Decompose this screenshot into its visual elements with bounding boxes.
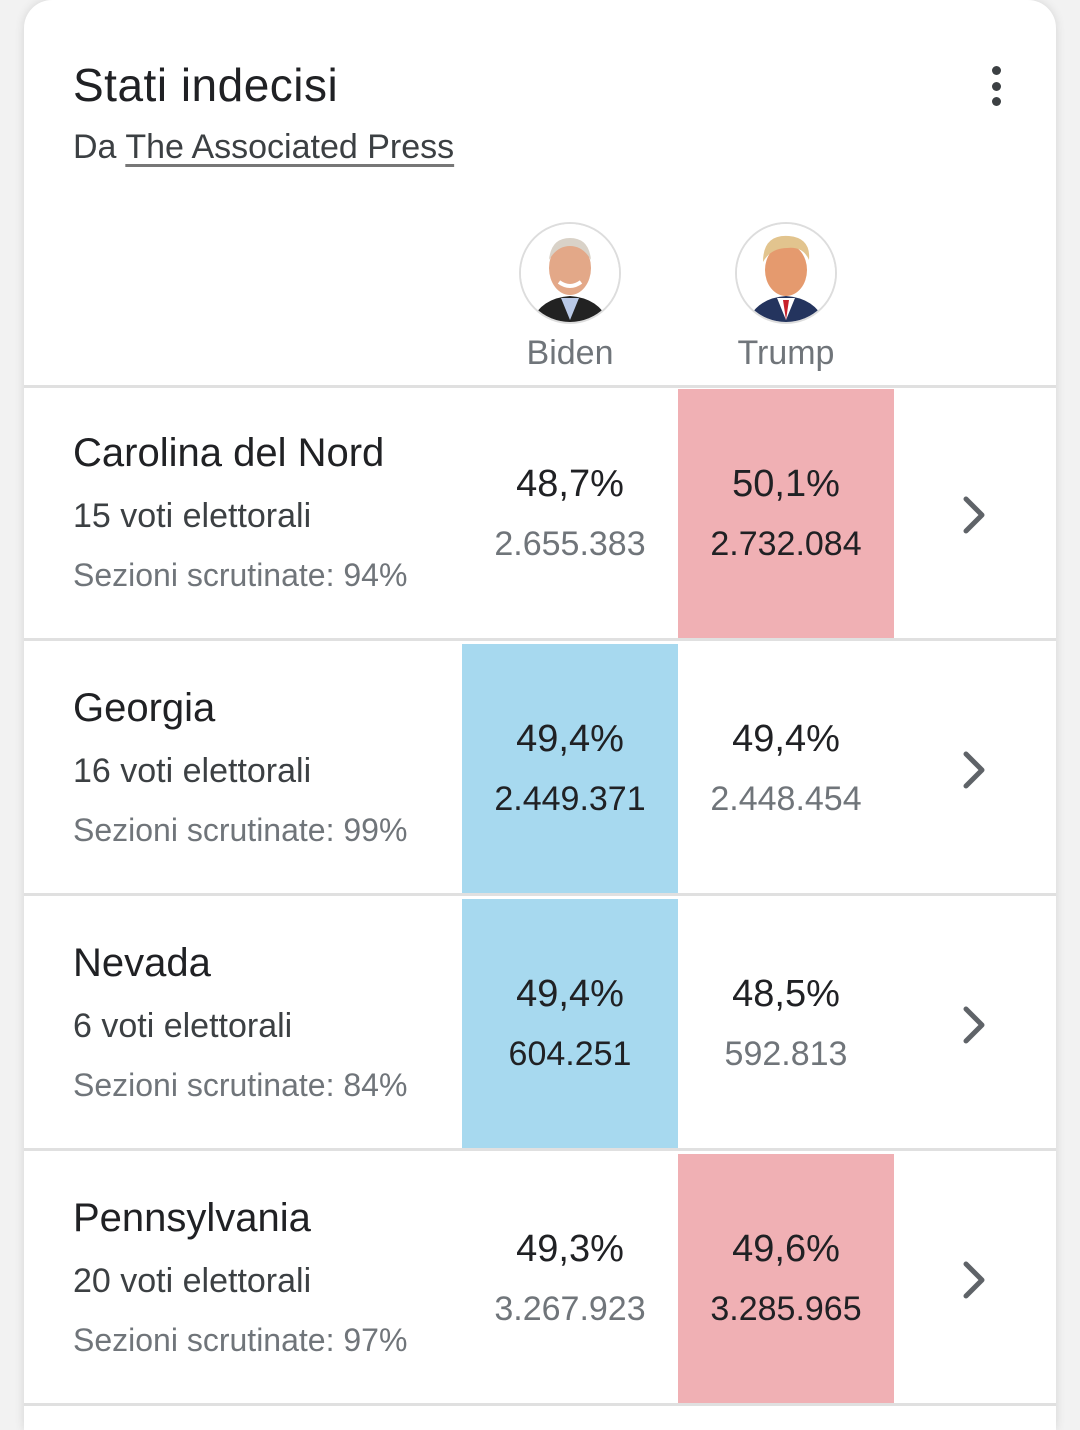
trump-percentage: 49,4% xyxy=(732,718,840,760)
reporting-status: Sezioni scrutinate: 94% xyxy=(73,557,408,593)
electoral-votes: 20 voti elettorali xyxy=(73,1262,312,1300)
source-line: Da The Associated Press xyxy=(73,128,454,167)
reporting-status: Sezioni scrutinate: 97% xyxy=(73,1322,408,1358)
state-row-carolina-del-nord[interactable]: Carolina del Nord 15 voti elettorali Sez… xyxy=(24,389,1056,641)
electoral-votes: 15 voti elettorali xyxy=(73,497,312,535)
electoral-votes: 6 voti elettorali xyxy=(73,1007,293,1045)
more-vert-icon xyxy=(991,66,1001,75)
biden-percentage: 48,7% xyxy=(516,463,624,505)
candidate-header-trump: Trump xyxy=(678,222,894,373)
state-row-nevada[interactable]: Nevada 6 voti elettorali Sezioni scrutin… xyxy=(24,899,1056,1151)
candidate-name-trump: Trump xyxy=(737,334,835,372)
trump-votes: 2.732.084 xyxy=(710,525,862,563)
reporting-status: Sezioni scrutinate: 99% xyxy=(73,812,408,848)
avatar-trump xyxy=(735,222,837,324)
row-divider xyxy=(24,1403,1056,1406)
biden-votes: 2.449.371 xyxy=(494,780,646,818)
candidate-name-biden: Biden xyxy=(526,334,614,372)
state-row-pennsylvania[interactable]: Pennsylvania 20 voti elettorali Sezioni … xyxy=(24,1154,1056,1406)
header-divider xyxy=(24,385,1056,388)
biden-result: 49,3% 3.267.923 xyxy=(462,1154,678,1406)
biden-result: 49,4% 604.251 xyxy=(462,899,678,1151)
trump-percentage: 50,1% xyxy=(732,463,840,505)
biden-result: 49,4% 2.449.371 xyxy=(462,644,678,896)
biden-percentage: 49,4% xyxy=(516,973,624,1015)
candidate-header-biden: Biden xyxy=(462,222,678,373)
reporting-status: Sezioni scrutinate: 84% xyxy=(73,1067,408,1103)
swing-states-card: Stati indecisi Da The Associated Press B… xyxy=(24,0,1056,1430)
trump-votes: 2.448.454 xyxy=(710,780,862,818)
trump-result: 49,6% 3.285.965 xyxy=(678,1154,894,1406)
state-name: Carolina del Nord xyxy=(73,431,385,475)
state-row-georgia[interactable]: Georgia 16 voti elettorali Sezioni scrut… xyxy=(24,644,1056,896)
electoral-votes: 16 voti elettorali xyxy=(73,752,312,790)
row-divider xyxy=(24,638,1056,641)
trump-result: 48,5% 592.813 xyxy=(678,899,894,1151)
chevron-right-icon[interactable] xyxy=(954,493,994,537)
state-name: Georgia xyxy=(73,686,216,730)
chevron-right-icon[interactable] xyxy=(954,748,994,792)
biden-votes: 2.655.383 xyxy=(494,525,646,563)
biden-percentage: 49,3% xyxy=(516,1228,624,1270)
trump-percentage: 49,6% xyxy=(732,1228,840,1270)
trump-percentage: 48,5% xyxy=(732,973,840,1015)
state-name: Nevada xyxy=(73,941,211,985)
row-divider xyxy=(24,1148,1056,1151)
biden-votes: 604.251 xyxy=(508,1035,632,1073)
more-options-button[interactable] xyxy=(988,66,1004,106)
biden-percentage: 49,4% xyxy=(516,718,624,760)
source-prefix: Da xyxy=(73,128,117,166)
trump-result: 50,1% 2.732.084 xyxy=(678,389,894,641)
avatar-biden xyxy=(519,222,621,324)
biden-result: 48,7% 2.655.383 xyxy=(462,389,678,641)
source-link[interactable]: The Associated Press xyxy=(125,128,454,166)
trump-votes: 592.813 xyxy=(724,1035,848,1073)
row-divider xyxy=(24,893,1056,896)
card-title: Stati indecisi xyxy=(73,59,339,111)
biden-votes: 3.267.923 xyxy=(494,1290,646,1328)
trump-votes: 3.285.965 xyxy=(710,1290,862,1328)
chevron-right-icon[interactable] xyxy=(954,1258,994,1302)
chevron-right-icon[interactable] xyxy=(954,1003,994,1047)
state-name: Pennsylvania xyxy=(73,1196,311,1240)
trump-result: 49,4% 2.448.454 xyxy=(678,644,894,896)
